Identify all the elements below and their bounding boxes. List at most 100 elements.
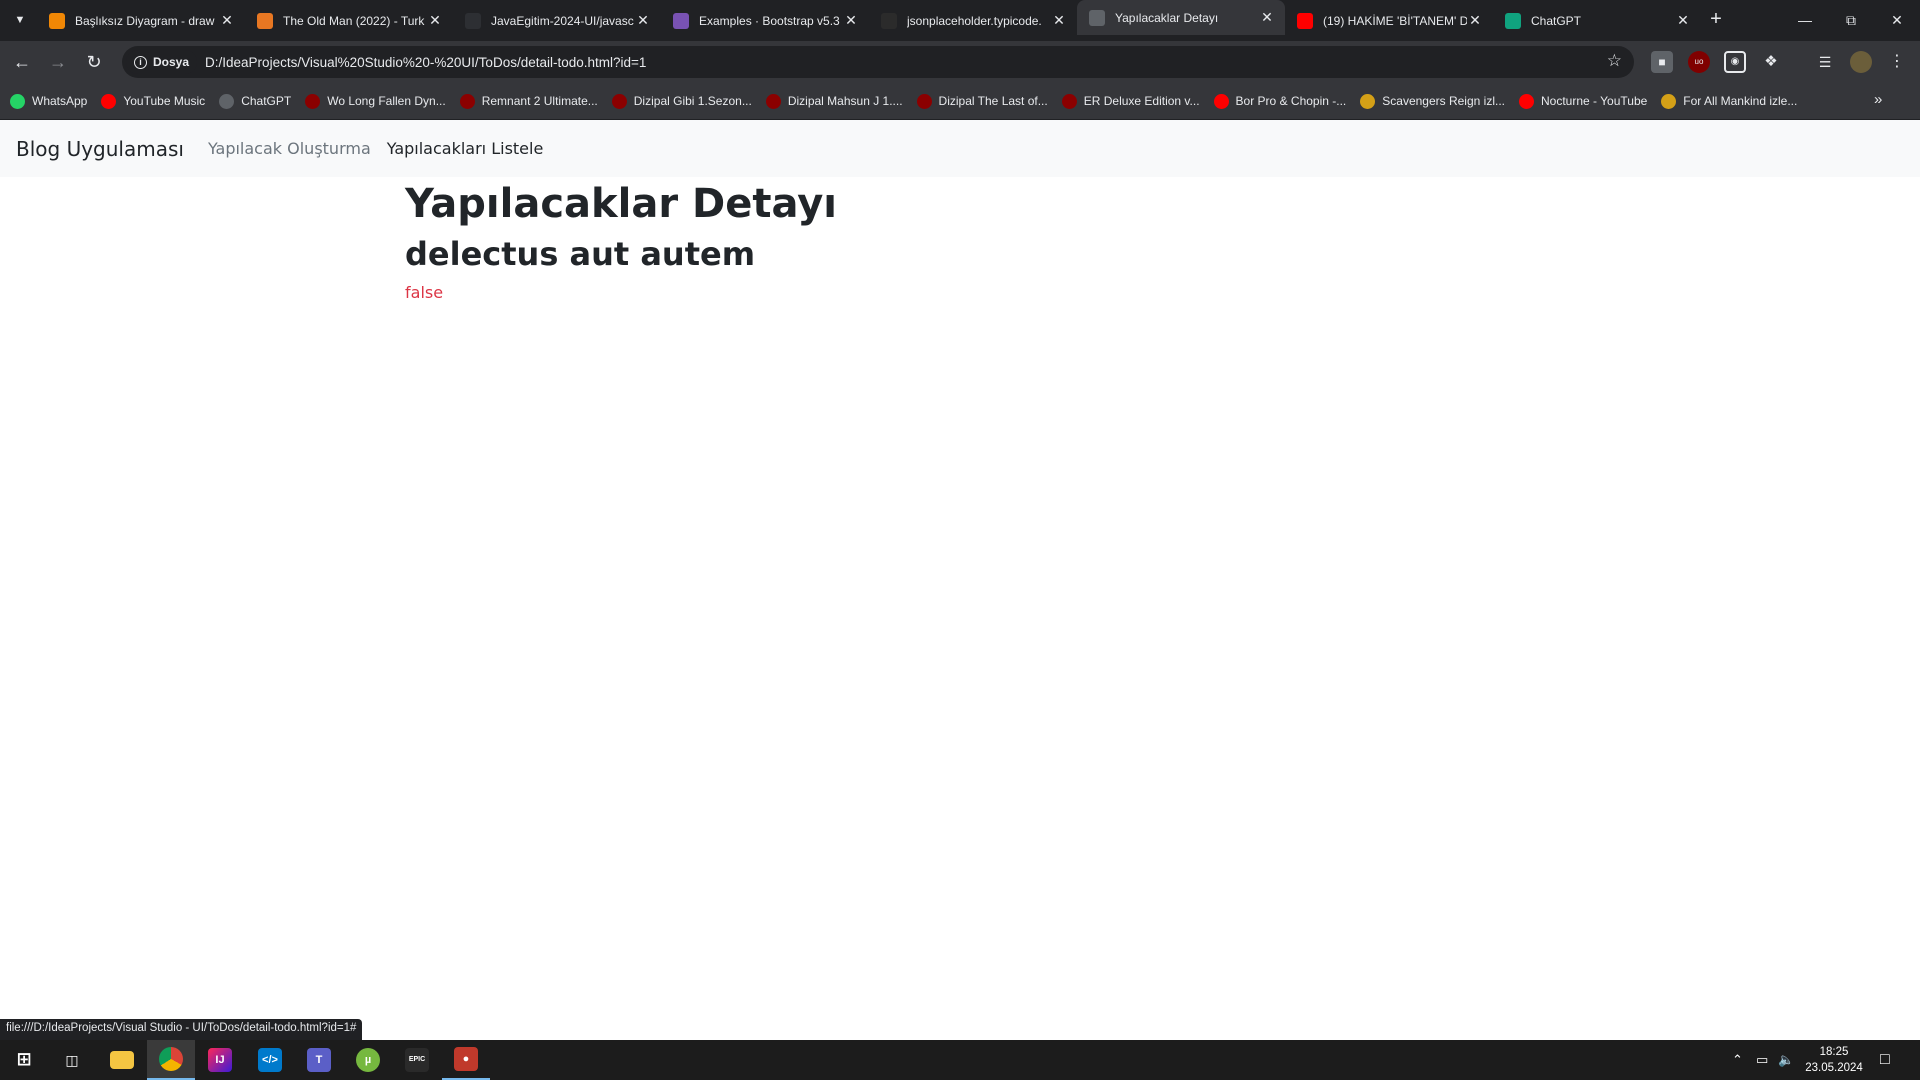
extension-icon-2[interactable]: ◉ — [1724, 51, 1746, 73]
back-button[interactable]: ← — [7, 47, 37, 77]
network-icon[interactable]: ▭ — [1756, 1040, 1768, 1080]
bookmark-favicon-icon — [765, 93, 781, 109]
tab-close-icon[interactable]: ✕ — [1259, 9, 1275, 26]
bookmark-favicon-icon — [459, 93, 475, 109]
bookmark-label: Scavengers Reign izl... — [1382, 94, 1505, 108]
bookmark-label: Dizipal Mahsun J 1.... — [787, 94, 903, 108]
chrome-icon — [159, 1047, 183, 1071]
bookmark-label: ER Deluxe Edition v... — [1083, 94, 1200, 108]
bookmark-favicon-icon — [101, 93, 117, 109]
new-tab-button[interactable]: + — [1704, 8, 1728, 32]
bookmark-favicon-icon — [10, 93, 25, 109]
tab-close-icon[interactable]: ✕ — [635, 12, 651, 29]
bookmark-item[interactable]: ER Deluxe Edition v... — [1061, 93, 1200, 109]
tab-0[interactable]: Başlıksız Diyagram - draw ✕ — [37, 6, 245, 35]
utorrent-icon: µ — [356, 1048, 380, 1072]
profile-avatar[interactable] — [1850, 51, 1872, 73]
tab-5[interactable]: Yapılacaklar Detayı ✕ — [1077, 0, 1285, 35]
menu-kebab-icon[interactable]: ⋮ — [1886, 51, 1908, 73]
bookmark-favicon-icon — [1213, 93, 1229, 109]
tab-title: (19) HAKİME 'Bİ'TANEM' D — [1323, 13, 1467, 28]
bookmark-label: For All Mankind izle... — [1683, 94, 1798, 108]
restore-button[interactable]: ⧉ — [1828, 0, 1874, 41]
task-view-button[interactable]: ◫ — [48, 1040, 96, 1080]
taskbar-epic-games[interactable]: EPIC — [393, 1040, 441, 1080]
bookmark-favicon-icon — [1661, 93, 1677, 109]
tab-favicon-icon — [49, 12, 65, 29]
tab-close-icon[interactable]: ✕ — [219, 12, 235, 29]
bookmark-label: Wo Long Fallen Dyn... — [327, 94, 446, 108]
taskbar-vscode[interactable]: </> — [246, 1040, 294, 1080]
bookmarks-overflow-icon[interactable]: » — [1874, 91, 1898, 108]
bookmark-label: YouTube Music — [123, 94, 206, 108]
nav-link-create-todo[interactable]: Yapılacak Oluşturma — [208, 139, 371, 158]
tab-title: Yapılacaklar Detayı — [1115, 10, 1219, 25]
bookmark-item[interactable]: YouTube Music — [101, 93, 206, 109]
extensions-puzzle-icon[interactable]: ❖ — [1760, 51, 1782, 73]
tab-3[interactable]: Examples · Bootstrap v5.3 ✕ — [661, 6, 869, 35]
forward-button[interactable]: → — [43, 47, 73, 77]
tab-favicon-icon — [881, 12, 897, 29]
taskbar-app[interactable]: ● — [442, 1040, 490, 1080]
bookmark-item[interactable]: Wo Long Fallen Dyn... — [305, 93, 446, 109]
url-text[interactable]: D:/IdeaProjects/Visual%20Studio%20-%20UI… — [205, 55, 646, 70]
bookmark-item[interactable]: Bor Pro & Chopin -... — [1213, 93, 1346, 109]
tab-close-icon[interactable]: ✕ — [1467, 12, 1483, 29]
status-link-bubble: file:///D:/IdeaProjects/Visual Studio - … — [0, 1019, 363, 1040]
browser-toolbar: ← → ↻ i Dosya D:/IdeaProjects/Visual%20S… — [0, 41, 1920, 83]
bookmark-item[interactable]: For All Mankind izle... — [1661, 93, 1798, 109]
notifications-icon[interactable]: □ — [1880, 1040, 1890, 1080]
tab-7[interactable]: ChatGPT ✕ — [1493, 6, 1701, 35]
bookmark-item[interactable]: ChatGPT — [219, 93, 292, 109]
tab-close-icon[interactable]: ✕ — [1675, 12, 1691, 29]
taskbar-intellij[interactable]: IJ — [196, 1040, 244, 1080]
tab-1[interactable]: The Old Man (2022) - Turk ✕ — [245, 6, 453, 35]
minimize-button[interactable]: — — [1782, 0, 1828, 41]
todo-completed-status: false — [405, 283, 444, 302]
tab-search-button[interactable]: ▼ — [8, 8, 32, 32]
bookmark-favicon-icon — [1360, 93, 1376, 109]
browser-tab-strip: ▼ Başlıksız Diyagram - draw ✕ The Old Man … — [0, 0, 1920, 41]
bookmark-item[interactable]: Nocturne - YouTube — [1519, 93, 1647, 109]
tab-4[interactable]: jsonplaceholder.typicode. ✕ — [869, 6, 1077, 35]
taskbar-file-explorer[interactable] — [98, 1040, 146, 1080]
close-window-button[interactable]: ✕ — [1874, 0, 1920, 41]
bookmark-item[interactable]: Dizipal Gibi 1.Sezon... — [611, 93, 752, 109]
bookmark-item[interactable]: Dizipal Mahsun J 1.... — [765, 93, 903, 109]
taskbar-utorrent[interactable]: µ — [344, 1040, 392, 1080]
clock-date: 23.05.2024 — [1805, 1062, 1863, 1074]
reload-button[interactable]: ↻ — [79, 47, 109, 77]
nav-link-list-todos[interactable]: Yapılacakları Listele — [387, 139, 544, 158]
taskbar-teams[interactable]: T — [295, 1040, 343, 1080]
tab-favicon-icon — [465, 12, 481, 29]
tab-2[interactable]: JavaEgitim-2024-UI/javasc ✕ — [453, 6, 661, 35]
site-info-label: Dosya — [153, 55, 190, 69]
system-clock[interactable]: 18:25 23.05.2024 — [1790, 1044, 1878, 1076]
start-button[interactable]: ⊞ — [0, 1040, 48, 1080]
bookmark-item[interactable]: Scavengers Reign izl... — [1360, 93, 1505, 109]
tab-close-icon[interactable]: ✕ — [1051, 12, 1067, 29]
task-view-icon: ◫ — [65, 1052, 79, 1068]
bookmark-item[interactable]: Dizipal The Last of... — [916, 93, 1048, 109]
tray-chevron-icon[interactable]: ⌃ — [1732, 1040, 1743, 1080]
tab-close-icon[interactable]: ✕ — [843, 12, 859, 29]
bookmark-item[interactable]: WhatsApp — [10, 93, 87, 109]
taskbar-chrome[interactable] — [147, 1040, 195, 1080]
tab-close-icon[interactable]: ✕ — [427, 12, 443, 29]
bookmark-item[interactable]: Remnant 2 Ultimate... — [459, 93, 598, 109]
extension-icon[interactable]: ■ — [1651, 51, 1673, 73]
site-info-chip[interactable]: i Dosya — [126, 50, 198, 74]
navbar-brand[interactable]: Blog Uygulaması — [16, 137, 184, 161]
vscode-icon: </> — [258, 1048, 282, 1072]
bookmark-favicon-icon — [305, 93, 321, 109]
bookmark-label: ChatGPT — [241, 94, 292, 108]
ublock-icon[interactable]: uo — [1688, 51, 1710, 73]
media-queue-icon[interactable]: ☰ — [1814, 51, 1836, 73]
bookmarks-bar: WhatsApp YouTube Music ChatGPT Wo Long Fall… — [0, 83, 1920, 120]
app-icon: ● — [454, 1047, 478, 1071]
epic-games-icon: EPIC — [405, 1048, 429, 1072]
bookmark-star-icon[interactable]: ☆ — [1607, 51, 1622, 71]
tab-6[interactable]: (19) HAKİME 'Bİ'TANEM' D ✕ — [1285, 6, 1493, 35]
bookmark-label: Dizipal The Last of... — [938, 94, 1048, 108]
address-bar[interactable]: i Dosya D:/IdeaProjects/Visual%20Studio%… — [122, 46, 1634, 78]
